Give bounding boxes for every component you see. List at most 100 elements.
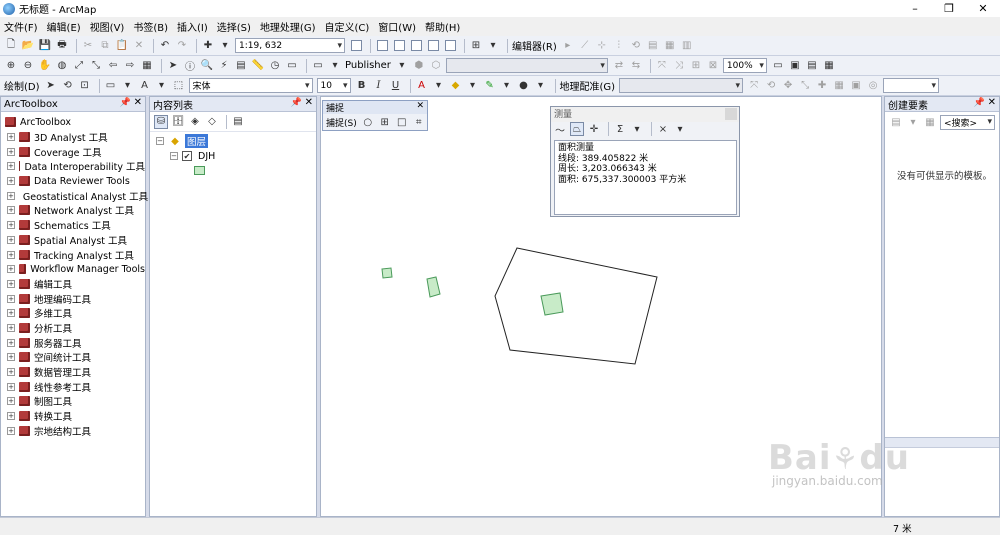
measure-feature-icon[interactable]: ✛ <box>587 122 601 136</box>
layout-pan-icon[interactable]: ⤧ <box>655 59 669 73</box>
zoom-to-selected-icon[interactable]: ⊡ <box>78 79 92 93</box>
measure-area-icon[interactable]: ⏢ <box>570 122 584 136</box>
italic-button[interactable]: I <box>372 79 386 93</box>
expand-icon[interactable]: + <box>7 265 15 274</box>
toolbox-item[interactable]: + Data Interoperability 工具 <box>1 159 145 174</box>
edit-tool-icon[interactable]: ▸ <box>561 39 575 53</box>
expand-icon[interactable]: + <box>7 368 15 377</box>
go-to-xy-icon[interactable]: ▭ <box>285 59 299 73</box>
point-snapping-icon[interactable]: ○ <box>361 115 375 129</box>
expand-icon[interactable]: + <box>7 397 15 406</box>
toolbox-item[interactable]: + 多维工具 <box>1 306 145 321</box>
pin-icon[interactable]: 📌 <box>974 98 985 108</box>
table-of-contents-icon[interactable] <box>375 39 389 53</box>
link-table-icon[interactable]: ▦ <box>832 79 846 93</box>
map-scale-combo[interactable]: 1:19, 632 <box>235 38 345 53</box>
toolbox-item[interactable]: + 数据管理工具 <box>1 365 145 380</box>
menu-edit[interactable]: 编辑(E) <box>47 19 81 34</box>
chevron-down-icon[interactable]: ▾ <box>155 79 169 93</box>
snapping-menu-button[interactable]: 捕捉(S) <box>326 116 357 129</box>
swipe-icon[interactable]: ⇄ <box>612 59 626 73</box>
menu-view[interactable]: 视图(V) <box>90 19 125 34</box>
menu-file[interactable]: 文件(F) <box>4 19 38 34</box>
undo-icon[interactable]: ↶ <box>158 39 172 53</box>
template-properties-icon[interactable]: ▦ <box>923 115 937 129</box>
close-icon[interactable]: ✕ <box>988 97 996 108</box>
close-icon[interactable]: ✕ <box>305 97 313 108</box>
organize-templates-icon[interactable]: ▤ <box>889 115 903 129</box>
toolbox-item[interactable]: + 分析工具 <box>1 321 145 336</box>
list-by-selection-icon[interactable]: ◇ <box>205 115 219 129</box>
toolbox-item[interactable]: +3D Analyst 工具 <box>1 130 145 145</box>
paste-icon[interactable]: 📋 <box>115 39 129 53</box>
layer-icon[interactable]: ⬡ <box>429 59 443 73</box>
toolbox-item[interactable]: + Coverage 工具 <box>1 144 145 159</box>
line-color-icon[interactable]: ✎ <box>483 79 497 93</box>
chevron-down-icon[interactable]: ▾ <box>534 79 548 93</box>
georeferencing-menu-button[interactable]: 地理配准(G) <box>560 78 616 93</box>
fit-display-icon[interactable]: ⤧ <box>747 79 761 93</box>
toolbox-item[interactable]: + 服务器工具 <box>1 335 145 350</box>
parcel-polygon[interactable] <box>426 276 441 298</box>
measure-line-icon[interactable]: 〜 <box>553 122 567 137</box>
expand-icon[interactable]: + <box>7 221 15 230</box>
options-icon[interactable]: ▤ <box>231 115 245 129</box>
expand-icon[interactable]: + <box>7 353 15 362</box>
font-color-icon[interactable]: A <box>415 79 429 93</box>
toolbox-item[interactable]: + 宗地结构工具 <box>1 423 145 438</box>
measure-icon[interactable]: 📏 <box>251 59 265 73</box>
rectangle-icon[interactable]: ▭ <box>104 79 118 93</box>
auto-adjust-icon[interactable]: ◎ <box>866 79 880 93</box>
editor-menu-button[interactable]: 编辑器(R) <box>512 38 557 53</box>
collapse-icon[interactable]: − <box>170 152 178 161</box>
chevron-down-icon[interactable]: ▾ <box>500 79 514 93</box>
vertex-snapping-icon[interactable]: □ <box>395 115 409 129</box>
hyperlink-icon[interactable]: ⚡ <box>217 59 231 73</box>
menu-help[interactable]: 帮助(H) <box>425 19 460 34</box>
toolbox-item[interactable]: + Schematics 工具 <box>1 218 145 233</box>
visibility-checkbox[interactable]: ✔ <box>182 151 192 162</box>
draw-menu-button[interactable]: 绘制(D) <box>4 78 40 93</box>
template-search-combo[interactable]: <搜索> <box>940 114 995 130</box>
close-icon[interactable]: ✕ <box>416 101 424 111</box>
cut-icon[interactable]: ✂ <box>81 39 95 53</box>
close-button[interactable]: ✕ <box>966 0 1000 17</box>
toolbox-item[interactable]: + Spatial Analyst 工具 <box>1 233 145 248</box>
layer-row[interactable]: − ✔ DJH <box>150 149 316 164</box>
expand-icon[interactable]: + <box>7 323 15 332</box>
find-icon[interactable]: 🔍 <box>200 59 214 73</box>
zoom-whole-page-icon[interactable]: ⊞ <box>689 59 703 73</box>
menu-bookmarks[interactable]: 书签(B) <box>133 19 168 34</box>
change-layout-icon[interactable]: ▤ <box>805 59 819 73</box>
chevron-down-icon[interactable]: ▾ <box>906 115 920 129</box>
menu-insert[interactable]: 插入(I) <box>177 19 208 34</box>
delete-icon[interactable]: ✕ <box>132 39 146 53</box>
rotate-icon[interactable]: ⟲ <box>61 79 75 93</box>
end-snapping-icon[interactable]: ⊞ <box>378 115 392 129</box>
sum-icon[interactable]: Σ <box>613 122 627 136</box>
copy-icon[interactable]: ⧉ <box>98 39 112 53</box>
maximize-button[interactable]: ❐ <box>932 0 966 17</box>
font-combo[interactable]: 宋体 <box>188 78 313 93</box>
parcel-polygon[interactable] <box>381 267 393 279</box>
underline-button[interactable]: U <box>389 79 403 93</box>
expand-icon[interactable]: + <box>7 133 15 142</box>
fixed-zoom-in-icon[interactable]: ⤢ <box>72 59 86 73</box>
time-slider-icon[interactable]: ◷ <box>268 59 282 73</box>
list-by-visibility-icon[interactable]: ◈ <box>188 115 202 129</box>
toolbox-item[interactable]: + 线性参考工具 <box>1 379 145 394</box>
model-builder-icon[interactable]: ⊞ <box>469 39 483 53</box>
clear-icon[interactable]: × <box>656 122 670 136</box>
split-icon[interactable]: ⫶ <box>612 39 626 53</box>
edit-vertices-icon[interactable]: ⬚ <box>172 79 186 93</box>
marker-color-icon[interactable]: ● <box>517 79 531 93</box>
minimize-button[interactable]: – <box>898 0 932 17</box>
expand-icon[interactable]: + <box>7 162 15 171</box>
toolbox-item[interactable]: + Workflow Manager Tools <box>1 262 145 277</box>
expand-icon[interactable]: + <box>7 279 15 288</box>
zoom-100-icon[interactable]: ⊠ <box>706 59 720 73</box>
select-elements-icon[interactable]: ➤ <box>44 79 58 93</box>
pan-icon[interactable]: ✋ <box>38 59 52 73</box>
editor-toolbar-icon[interactable] <box>349 39 363 53</box>
expand-icon[interactable]: + <box>7 250 15 259</box>
